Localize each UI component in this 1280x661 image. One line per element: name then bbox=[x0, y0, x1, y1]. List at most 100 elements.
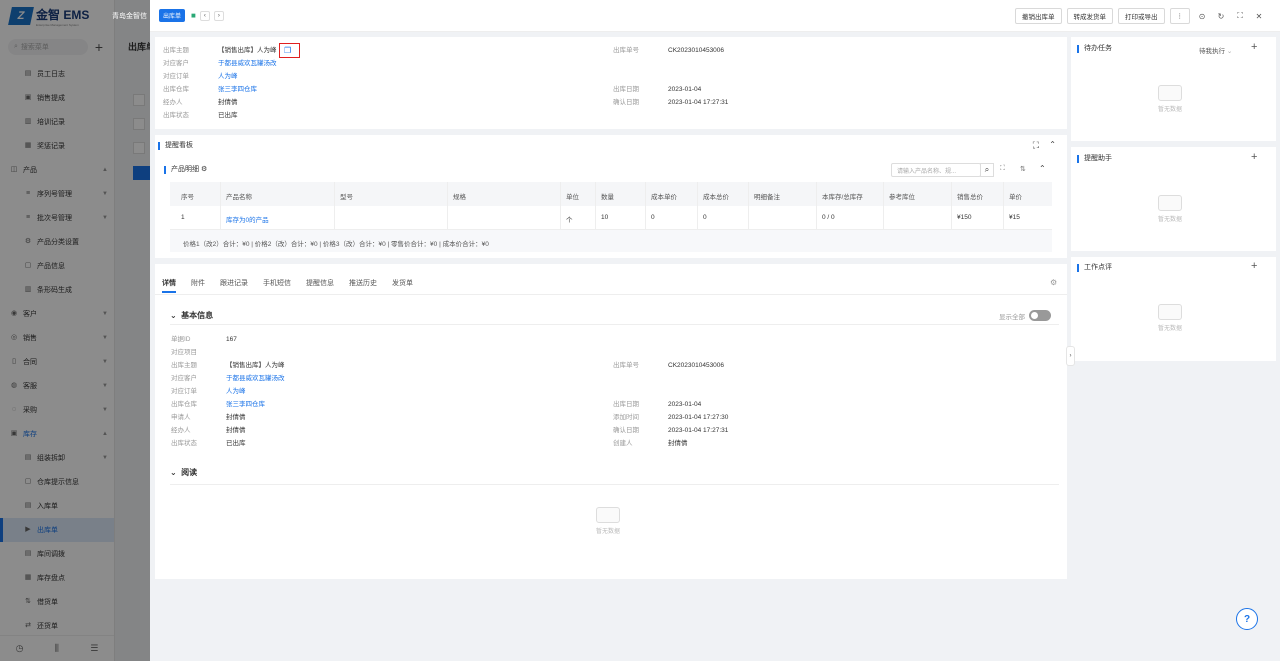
basic-no: 出库单号 CK2023010453006 bbox=[613, 362, 724, 370]
basic-status: 出库状态 已出库 bbox=[171, 440, 246, 448]
assistant-empty-state: 暂无数据 bbox=[1158, 195, 1182, 223]
settings-icon[interactable]: ⊙ bbox=[1195, 9, 1209, 23]
panel-toggle-handle[interactable]: › bbox=[1066, 346, 1075, 366]
totals-text: 价格1（改2）合计：¥0 | 价格2（改）合计：¥0 | 价格3（改）合计：¥0… bbox=[183, 241, 489, 248]
fullscreen-table-icon[interactable]: ⛶ bbox=[1000, 165, 1005, 173]
summary-handler: 经办人 封倩倩 bbox=[163, 99, 238, 107]
table-column-divider bbox=[951, 182, 952, 230]
order-link[interactable]: 人为峰 bbox=[226, 388, 246, 396]
field-label: 出库状态 bbox=[171, 440, 197, 447]
basic-creator: 创建人 封倩倩 bbox=[613, 440, 688, 448]
table-column-divider bbox=[595, 182, 596, 230]
summary-customer: 对应客户 于都县威欢瓦罐汤改 bbox=[163, 60, 277, 68]
chevron-down-icon: ⌄ bbox=[170, 468, 177, 477]
detail-tabs: 详情 附件 跟进记录 手机短信 提醒信息 推送历史 发货单 bbox=[162, 278, 413, 293]
tab-settings-icon[interactable]: ⚙ bbox=[1050, 278, 1057, 287]
reminder-board-title: 提醒看板 bbox=[158, 142, 193, 150]
customer-link[interactable]: 于都县威欢瓦罐汤改 bbox=[226, 375, 285, 383]
todo-empty-state: 暂无数据 bbox=[1158, 85, 1182, 113]
lock-icon[interactable]: ■ bbox=[191, 11, 196, 20]
empty-text: 暂无数据 bbox=[596, 529, 621, 535]
warehouse-link[interactable]: 张三李四仓库 bbox=[218, 86, 257, 94]
basic-customer: 对应客户 于都县威欢瓦罐汤改 bbox=[171, 375, 285, 383]
expand-icon[interactable]: ⛶ bbox=[1033, 140, 1039, 151]
table-column-divider bbox=[748, 182, 749, 230]
modal-overlay[interactable] bbox=[0, 0, 150, 661]
next-record-button[interactable]: › bbox=[213, 10, 224, 21]
empty-tray-icon bbox=[1158, 304, 1182, 320]
table-cell: 10 bbox=[601, 214, 609, 221]
search-icon[interactable]: ⌕ bbox=[980, 163, 994, 177]
divider bbox=[170, 324, 1059, 325]
field-value: 2023-01-04 17:27:30 bbox=[668, 414, 729, 421]
summary-confirm: 确认日期 2023-01-04 17:27:31 bbox=[613, 99, 728, 107]
show-all-toggle[interactable] bbox=[1029, 310, 1051, 321]
tab-reminders[interactable]: 提醒信息 bbox=[306, 278, 334, 293]
empty-tray-icon bbox=[1158, 85, 1182, 101]
table-cell: 个 bbox=[566, 217, 573, 224]
print-export-button[interactable]: 打印或导出 bbox=[1118, 8, 1165, 24]
more-button[interactable]: ⋮ bbox=[1169, 8, 1190, 24]
warehouse-link[interactable]: 张三李四仓库 bbox=[226, 401, 265, 409]
empty-text: 暂无数据 bbox=[1158, 326, 1183, 332]
basic-info-header[interactable]: ⌄ 基本信息 bbox=[170, 310, 213, 321]
summary-card: 出库主题 【销售出库】人为峰 ❐ 对应客户 于都县威欢瓦罐汤改 对应订单 人为峰 出库… bbox=[155, 37, 1067, 129]
tab-sms[interactable]: 手机短信 bbox=[263, 278, 291, 293]
tab-shipment[interactable]: 发货单 bbox=[392, 278, 413, 293]
customer-link[interactable]: 于都县威欢瓦罐汤改 bbox=[218, 60, 277, 68]
collapse-up-icon[interactable]: ⌃ bbox=[1049, 140, 1056, 149]
field-value: 167 bbox=[226, 336, 237, 343]
product-search-input[interactable]: 请输入产品名称、规... bbox=[891, 163, 981, 177]
question-icon: ? bbox=[1243, 613, 1251, 625]
review-card: 工作点评 + 暂无数据 bbox=[1071, 257, 1276, 361]
convert-shipment-button[interactable]: 转成发货单 bbox=[1066, 8, 1113, 24]
field-label: 出库状态 bbox=[163, 112, 189, 119]
field-label: 出库仓库 bbox=[171, 401, 197, 408]
field-label: 出库日期 bbox=[613, 401, 639, 408]
table-row[interactable] bbox=[170, 206, 1052, 230]
add-todo-icon[interactable]: + bbox=[1251, 41, 1257, 53]
product-name-link[interactable]: 库存为0的产品 bbox=[226, 214, 269, 224]
close-icon[interactable]: ✕ bbox=[1252, 9, 1266, 23]
review-empty-state: 暂无数据 bbox=[1158, 304, 1182, 332]
table-column-divider bbox=[1003, 182, 1004, 230]
fullscreen-icon[interactable]: ⛶ bbox=[1233, 9, 1247, 23]
read-header[interactable]: ⌄ 阅读 bbox=[170, 467, 197, 478]
sort-icon[interactable]: ⇅ bbox=[1020, 165, 1026, 173]
prev-record-button[interactable]: ‹ bbox=[199, 10, 210, 21]
settings-small-icon[interactable]: ⚙ bbox=[201, 166, 207, 173]
revoke-outbound-button[interactable]: 撤销出库单 bbox=[1015, 8, 1062, 24]
tab-detail[interactable]: 详情 bbox=[162, 278, 176, 293]
basic-confirm: 确认日期 2023-01-04 17:27:31 bbox=[613, 427, 728, 435]
order-link[interactable]: 人为峰 bbox=[218, 73, 238, 81]
field-value: 2023-01-04 bbox=[668, 401, 702, 408]
empty-text: 暂无数据 bbox=[1158, 217, 1183, 223]
tab-followup[interactable]: 跟进记录 bbox=[220, 278, 248, 293]
table-column-divider bbox=[447, 182, 448, 230]
tab-attachments[interactable]: 附件 bbox=[191, 278, 205, 293]
chevron-down-icon: ⌄ bbox=[1226, 48, 1233, 55]
chevron-up-icon[interactable]: ⌃ bbox=[1039, 164, 1046, 173]
outbound-detail-drawer: 出库单 ■ ‹ › 撤销出库单 转成发货单 打印或导出 ⋮ ⊙ ↻ ⛶ ✕ 出库… bbox=[150, 0, 1280, 661]
add-review-icon[interactable]: + bbox=[1251, 260, 1257, 272]
table-header-cell: 数量 bbox=[601, 194, 614, 201]
basic-info-title: 基本信息 bbox=[181, 311, 214, 320]
basic-added: 添加时间 2023-01-04 17:27:30 bbox=[613, 414, 728, 422]
field-label: 出库日期 bbox=[613, 86, 639, 93]
table-header-cell: 成本总价 bbox=[703, 194, 729, 201]
todo-title: 待办任务 bbox=[1077, 45, 1112, 53]
copy-icon[interactable]: ❐ bbox=[284, 46, 291, 55]
todo-filter-select[interactable]: 待我执行 ⌄ bbox=[1199, 45, 1232, 55]
add-reminder-icon[interactable]: + bbox=[1251, 151, 1257, 163]
assistant-title: 提醒助手 bbox=[1077, 155, 1112, 163]
basic-id: 单据ID 167 bbox=[171, 336, 237, 344]
table-header-cell: 产品名称 bbox=[226, 194, 252, 201]
company-name: 青岛金智信 bbox=[112, 13, 147, 20]
tab-push-history[interactable]: 推送历史 bbox=[349, 278, 377, 293]
refresh-icon[interactable]: ↻ bbox=[1214, 9, 1228, 23]
field-value: 封倩倩 bbox=[226, 414, 246, 421]
field-label: 经办人 bbox=[171, 427, 191, 434]
table-column-divider bbox=[816, 182, 817, 230]
field-label: 创建人 bbox=[613, 440, 633, 447]
help-button[interactable]: ? bbox=[1236, 608, 1258, 630]
